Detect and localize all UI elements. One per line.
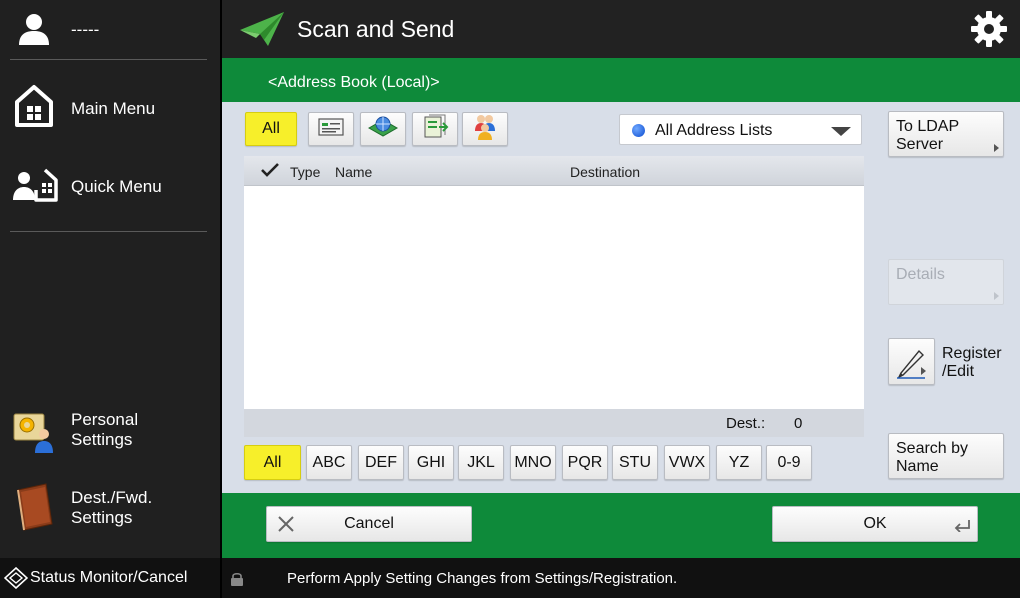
filter-file-button[interactable] — [412, 112, 458, 146]
filter-all-button[interactable]: All — [245, 112, 297, 146]
filter-email-button[interactable] — [308, 112, 354, 146]
search-by-name-button[interactable]: Search by Name — [888, 433, 1004, 479]
address-list-selected: All Address Lists — [655, 122, 773, 139]
status-monitor-icon — [3, 566, 29, 594]
dest-fwd-settings-line-1: Dest./Fwd. — [71, 488, 153, 507]
divider — [10, 231, 207, 232]
arrow-right-icon — [994, 292, 999, 300]
address-list-dropdown[interactable]: All Address Lists — [619, 114, 862, 145]
personal-settings-line-2: Settings — [71, 430, 133, 449]
address-book-panel: All All Address Lists Type Name Destinat… — [222, 102, 1020, 493]
checkmark-icon[interactable] — [260, 161, 280, 182]
address-book-icon — [12, 482, 56, 539]
status-monitor-label: Status Monitor/Cancel — [30, 569, 188, 586]
register-edit-label: Register /Edit — [942, 345, 1002, 381]
close-icon — [277, 515, 295, 538]
email-card-icon — [318, 117, 344, 142]
main-menu-button[interactable]: Main Menu — [0, 74, 220, 144]
column-destination[interactable]: Destination — [570, 164, 640, 180]
pencil-edit-icon — [895, 345, 929, 384]
to-ldap-line-2: Server — [896, 136, 944, 153]
alpha-index-button[interactable]: DEF — [358, 445, 404, 480]
ok-label: OK — [863, 515, 887, 532]
quick-menu-label: Quick Menu — [71, 177, 162, 196]
filter-group-button[interactable] — [462, 112, 508, 146]
register-line-1: Register — [942, 345, 1002, 362]
table-header: Type Name Destination — [244, 156, 864, 186]
column-name[interactable]: Name — [335, 164, 372, 180]
arrow-right-icon — [994, 144, 999, 152]
details-label: Details — [896, 266, 945, 283]
main-menu-label: Main Menu — [71, 99, 156, 118]
user-account[interactable]: ----- — [0, 0, 220, 58]
register-line-2: /Edit — [942, 363, 975, 380]
search-line-1: Search by — [896, 440, 969, 457]
app-title: Scan and Send — [297, 16, 455, 42]
search-by-name-label: Search by Name — [896, 440, 968, 476]
status-monitor-button[interactable]: Status Monitor/Cancel — [0, 558, 220, 598]
gear-icon[interactable] — [970, 10, 1008, 53]
cancel-button[interactable]: Cancel — [266, 506, 472, 542]
personal-settings-button[interactable]: Personal Settings — [0, 398, 220, 468]
dest-fwd-settings-line-2: Settings — [71, 508, 133, 527]
dest-fwd-settings-label: Dest./Fwd. Settings — [71, 488, 152, 528]
enter-return-icon — [953, 518, 971, 537]
dest-count-label: Dest.: — [726, 415, 766, 432]
alpha-index-button[interactable]: All — [244, 445, 301, 480]
personal-settings-label: Personal Settings — [71, 410, 138, 450]
alpha-index-button[interactable]: YZ — [716, 445, 762, 480]
to-ldap-server-button[interactable]: To LDAP Server — [888, 111, 1004, 157]
chevron-down-icon — [831, 127, 851, 136]
dest-fwd-settings-button[interactable]: Dest./Fwd. Settings — [0, 476, 220, 546]
sidebar: ----- Main Menu Quick Menu Personal Sett… — [0, 0, 220, 558]
alpha-index-button[interactable]: JKL — [458, 445, 504, 480]
alpha-index-button[interactable]: GHI — [408, 445, 454, 480]
user-name: ----- — [71, 20, 100, 39]
alpha-index-button[interactable]: VWX — [664, 445, 710, 480]
alpha-index-button[interactable]: 0-9 — [766, 445, 812, 480]
alpha-index-button[interactable]: MNO — [510, 445, 556, 480]
ok-button[interactable]: OK — [772, 506, 978, 542]
network-globe-icon — [367, 114, 399, 145]
lock-icon — [230, 571, 244, 592]
personal-settings-line-1: Personal — [71, 410, 139, 429]
to-ldap-server-label: To LDAP Server — [896, 118, 959, 154]
cancel-label: Cancel — [344, 515, 394, 532]
header: Scan and Send — [222, 0, 1020, 58]
action-bar: Cancel OK — [222, 493, 1020, 558]
alpha-index-button[interactable]: ABC — [306, 445, 352, 480]
table-footer: Dest.: 0 — [244, 409, 864, 437]
dest-count-value: 0 — [794, 415, 803, 432]
status-divider — [220, 558, 222, 598]
alpha-index-button[interactable]: PQR — [562, 445, 608, 480]
address-book-title: <Address Book (Local)> — [268, 74, 440, 91]
alpha-index-button[interactable]: STU — [612, 445, 658, 480]
user-icon — [16, 12, 52, 51]
file-server-icon — [421, 114, 449, 145]
status-bar: Status Monitor/Cancel Perform Apply Sett… — [0, 558, 1020, 598]
address-list-radio-icon — [632, 124, 645, 137]
status-message: Perform Apply Setting Changes from Setti… — [287, 570, 678, 587]
personal-settings-icon — [12, 410, 56, 459]
divider — [10, 59, 207, 60]
quick-menu-button[interactable]: Quick Menu — [0, 152, 220, 222]
destination-table: Type Name Destination Dest.: 0 — [244, 156, 864, 437]
scan-send-icon — [238, 10, 286, 53]
to-ldap-line-1: To LDAP — [896, 118, 960, 135]
filter-fax-button[interactable] — [360, 112, 406, 146]
register-edit-button[interactable] — [888, 338, 935, 385]
quick-menu-icon — [12, 166, 58, 211]
details-button[interactable]: Details — [888, 259, 1004, 305]
group-people-icon — [472, 113, 498, 146]
home-icon — [14, 84, 54, 133]
search-line-2: Name — [896, 458, 939, 475]
column-type[interactable]: Type — [290, 164, 320, 180]
address-book-bar: <Address Book (Local)> — [222, 58, 1020, 102]
